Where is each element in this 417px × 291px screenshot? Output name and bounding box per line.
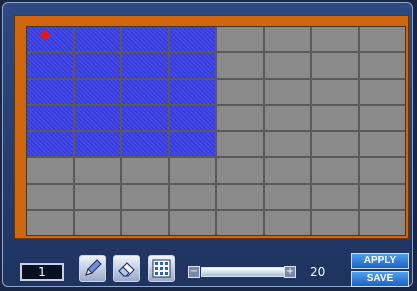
- grid-cell[interactable]: [74, 27, 120, 52]
- grid-cell[interactable]: [169, 105, 215, 130]
- grid-cell[interactable]: [27, 158, 73, 183]
- grid-cell[interactable]: [27, 27, 73, 52]
- slider-decrease-button[interactable]: −: [188, 266, 200, 278]
- grid-cell[interactable]: [359, 27, 405, 52]
- grid-cell[interactable]: [169, 53, 215, 78]
- grid-cell[interactable]: [264, 105, 310, 130]
- grid-cell[interactable]: [27, 79, 73, 104]
- eraser-tool-button[interactable]: [113, 255, 140, 282]
- grid-cell[interactable]: [264, 27, 310, 52]
- grid-cell[interactable]: [359, 53, 405, 78]
- grid-cell[interactable]: [122, 105, 168, 130]
- sensitivity-slider[interactable]: [201, 267, 285, 277]
- grid-cell[interactable]: [217, 53, 263, 78]
- grid-cell[interactable]: [169, 79, 215, 104]
- pencil-icon: [85, 259, 102, 276]
- grid-cell[interactable]: [74, 132, 120, 157]
- grid-cell[interactable]: [359, 105, 405, 130]
- grid-cell[interactable]: [74, 79, 120, 104]
- grid-cell[interactable]: [27, 210, 73, 235]
- motion-grid[interactable]: [26, 26, 406, 236]
- channel-number-field[interactable]: 1: [20, 263, 64, 281]
- grid-cell[interactable]: [264, 184, 310, 209]
- grid-cell[interactable]: [122, 27, 168, 52]
- grid-cell[interactable]: [312, 158, 358, 183]
- grid-cell[interactable]: [169, 27, 215, 52]
- grid-cell[interactable]: [169, 184, 215, 209]
- grid-cell[interactable]: [312, 53, 358, 78]
- grid-cell[interactable]: [312, 132, 358, 157]
- grid-cell[interactable]: [122, 53, 168, 78]
- grid-cell[interactable]: [74, 158, 120, 183]
- grid-cell[interactable]: [217, 105, 263, 130]
- grid-cell[interactable]: [74, 210, 120, 235]
- grid-cell[interactable]: [312, 105, 358, 130]
- select-all-tool-button[interactable]: [148, 255, 175, 282]
- grid-cell[interactable]: [264, 53, 310, 78]
- grid-cell[interactable]: [169, 158, 215, 183]
- grid-cell[interactable]: [264, 79, 310, 104]
- grid-cell[interactable]: [359, 158, 405, 183]
- grid-cell[interactable]: [27, 132, 73, 157]
- grid-cell[interactable]: [312, 210, 358, 235]
- toolbar: 1 − + 20 APPLY SAVE: [12, 246, 412, 288]
- eraser-icon: [118, 262, 135, 277]
- grid-cell[interactable]: [217, 79, 263, 104]
- grid-cell[interactable]: [27, 105, 73, 130]
- cursor-marker-icon: [39, 29, 51, 41]
- grid-cell[interactable]: [74, 105, 120, 130]
- grid-cell[interactable]: [217, 158, 263, 183]
- grid-cell[interactable]: [74, 184, 120, 209]
- grid-cell[interactable]: [122, 184, 168, 209]
- save-button[interactable]: SAVE: [351, 271, 409, 287]
- slider-value: 20: [310, 265, 326, 279]
- grid-cell[interactable]: [169, 132, 215, 157]
- apply-button[interactable]: APPLY: [351, 253, 409, 269]
- grid-cell[interactable]: [312, 27, 358, 52]
- grid-cell[interactable]: [264, 158, 310, 183]
- grid-cell[interactable]: [217, 132, 263, 157]
- select-all-icon: [152, 259, 171, 278]
- grid-cell[interactable]: [122, 158, 168, 183]
- grid-cell[interactable]: [217, 27, 263, 52]
- grid-cell[interactable]: [312, 184, 358, 209]
- grid-cell[interactable]: [217, 184, 263, 209]
- grid-cell[interactable]: [27, 184, 73, 209]
- grid-cell[interactable]: [74, 53, 120, 78]
- grid-cell[interactable]: [359, 184, 405, 209]
- motion-area-window: 1 − + 20 APPLY SAVE: [2, 2, 413, 287]
- grid-cell[interactable]: [359, 210, 405, 235]
- grid-cell[interactable]: [312, 79, 358, 104]
- grid-cell[interactable]: [217, 210, 263, 235]
- grid-cell[interactable]: [122, 79, 168, 104]
- slider-increase-button[interactable]: +: [284, 266, 296, 278]
- grid-cell[interactable]: [264, 132, 310, 157]
- grid-cell[interactable]: [264, 210, 310, 235]
- grid-cell[interactable]: [27, 53, 73, 78]
- grid-cell[interactable]: [169, 210, 215, 235]
- pencil-tool-button[interactable]: [79, 255, 106, 282]
- grid-cell[interactable]: [359, 132, 405, 157]
- grid-cell[interactable]: [122, 132, 168, 157]
- grid-cell[interactable]: [122, 210, 168, 235]
- grid-cell[interactable]: [359, 79, 405, 104]
